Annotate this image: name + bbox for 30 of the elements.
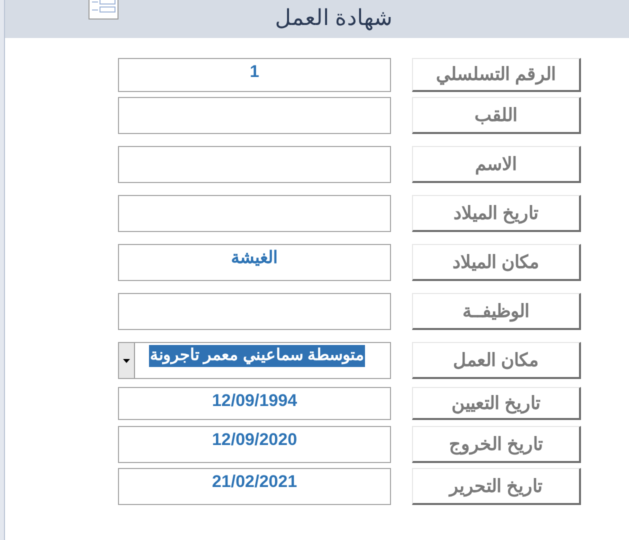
- text-field[interactable]: 21/02/2021: [118, 468, 391, 505]
- combo-box[interactable]: متوسطة سماعيني معمر تاجرونة: [118, 342, 391, 379]
- text-field[interactable]: [118, 97, 391, 134]
- text-field[interactable]: [118, 293, 391, 330]
- field-label: الرقم التسلسلي: [412, 58, 581, 92]
- field-value: 1: [250, 61, 260, 83]
- form-title: شهادة العمل: [275, 4, 392, 32]
- field-value: 12/09/2020: [212, 429, 298, 451]
- field-label: الوظيفــة: [412, 293, 581, 330]
- text-field[interactable]: 12/09/2020: [118, 426, 391, 463]
- dropdown-button[interactable]: [119, 343, 135, 378]
- field-label: تاريخ الميلاد: [412, 195, 581, 232]
- text-field[interactable]: الغيشة: [118, 244, 391, 281]
- field-label: اللقب: [412, 97, 581, 134]
- text-field[interactable]: [118, 195, 391, 232]
- field-label: مكان الميلاد: [412, 244, 581, 281]
- text-field[interactable]: 12/09/1994: [118, 387, 391, 420]
- form-icon: [88, 0, 120, 20]
- text-field[interactable]: 1: [118, 58, 391, 92]
- field-label: تاريخ الخروج: [412, 426, 581, 463]
- field-value: 21/02/2021: [212, 471, 298, 493]
- field-label: تاريخ التحرير: [412, 468, 581, 505]
- caret-icon: [123, 358, 130, 362]
- field-value: 12/09/1994: [212, 390, 298, 412]
- field-value: متوسطة سماعيني معمر تاجرونة: [149, 345, 366, 367]
- text-field[interactable]: [118, 146, 391, 183]
- field-value: الغيشة: [231, 247, 278, 269]
- field-label: الاسم: [412, 146, 581, 183]
- field-label: تاريخ التعيين: [412, 387, 581, 420]
- field-label: مكان العمل: [412, 342, 581, 379]
